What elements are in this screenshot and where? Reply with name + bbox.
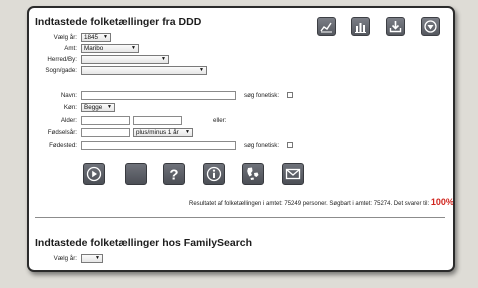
- bar-chart-icon: [355, 23, 366, 33]
- chevron-down-icon: ▼: [95, 255, 100, 261]
- chevron-down-icon: ▼: [199, 67, 204, 73]
- question-icon: ?: [169, 167, 178, 183]
- phonetic-label: søg fonetisk:: [244, 92, 280, 99]
- download-button[interactable]: [386, 17, 405, 36]
- fs-year-label: Vælg år:: [53, 255, 77, 262]
- circle-down-arrow-icon: [424, 20, 437, 33]
- bar-chart-button[interactable]: [351, 17, 370, 36]
- fs-year-select[interactable]: ▼: [81, 254, 103, 263]
- download-icon: [389, 21, 402, 33]
- alder-label: Alder:: [60, 117, 77, 124]
- chevron-down-icon: ▼: [185, 129, 190, 135]
- faedselsaar-input[interactable]: [81, 128, 130, 137]
- phonetic-label-2: søg fonetisk:: [244, 142, 280, 149]
- play-icon: [86, 166, 102, 182]
- chevron-down-icon: ▼: [103, 34, 108, 40]
- ddd-section-title: Indtastede folketællinger fra DDD: [35, 16, 202, 28]
- faedselsaar-label: Fødselsår:: [47, 129, 77, 136]
- section-divider: [35, 217, 445, 218]
- navn-input[interactable]: [81, 91, 236, 100]
- herred-label: Herred/By:: [47, 56, 77, 63]
- email-button[interactable]: [282, 163, 304, 185]
- map-button[interactable]: [242, 163, 264, 185]
- info-icon: [206, 166, 222, 182]
- koen-select[interactable]: Begge ▼: [81, 103, 115, 112]
- year-label: Vælg år:: [53, 34, 77, 41]
- alder-to-input[interactable]: [133, 116, 182, 125]
- faedested-label: Fødested:: [49, 142, 77, 149]
- chevron-down-icon: ▼: [161, 56, 166, 62]
- koen-select-value: Begge: [84, 104, 103, 111]
- expand-down-button[interactable]: [421, 17, 440, 36]
- sogn-select[interactable]: ▼: [81, 66, 207, 75]
- svg-text:?: ?: [169, 167, 178, 183]
- year-select-value: 1845: [84, 34, 99, 41]
- info-button[interactable]: [203, 163, 225, 185]
- search-button[interactable]: [83, 163, 105, 185]
- phonetic-checkbox[interactable]: [287, 92, 293, 98]
- chevron-down-icon: ▼: [107, 104, 112, 110]
- phonetic-checkbox-2[interactable]: [287, 142, 293, 148]
- amt-label: Amt:: [64, 45, 77, 52]
- denmark-map-icon: [247, 167, 259, 180]
- help-button[interactable]: ?: [163, 163, 185, 185]
- sogn-label: Sogn/gade:: [45, 67, 77, 74]
- eller-label: eller:: [213, 117, 227, 124]
- herred-select[interactable]: ▼: [81, 55, 169, 64]
- amt-select[interactable]: Maribo ▼: [81, 44, 139, 53]
- blank-icon: [128, 166, 144, 182]
- year-select[interactable]: 1845 ▼: [81, 33, 111, 42]
- main-panel: Indtastede folketællinger fra DDD Vælg å…: [27, 6, 455, 272]
- result-line: Resultatet af folketællingen i amtet: 75…: [189, 197, 454, 207]
- familysearch-section-title: Indtastede folketællinger hos FamilySear…: [35, 237, 253, 249]
- navn-label: Navn:: [60, 92, 77, 99]
- alder-from-input[interactable]: [81, 116, 130, 125]
- envelope-icon: [285, 168, 301, 180]
- koen-label: Køn:: [63, 104, 77, 111]
- result-text: Resultatet af folketællingen i amtet: 75…: [189, 201, 430, 207]
- line-chart-icon: [320, 22, 332, 33]
- plusminus-select-value: plus/minus 1 år: [136, 129, 179, 136]
- result-percentage: 100%: [430, 197, 454, 207]
- blank-button[interactable]: [125, 163, 147, 185]
- line-chart-button[interactable]: [317, 17, 336, 36]
- chevron-down-icon: ▼: [131, 45, 136, 51]
- plusminus-select[interactable]: plus/minus 1 år ▼: [133, 128, 193, 137]
- faedested-input[interactable]: [81, 141, 236, 150]
- amt-select-value: Maribo: [84, 45, 104, 52]
